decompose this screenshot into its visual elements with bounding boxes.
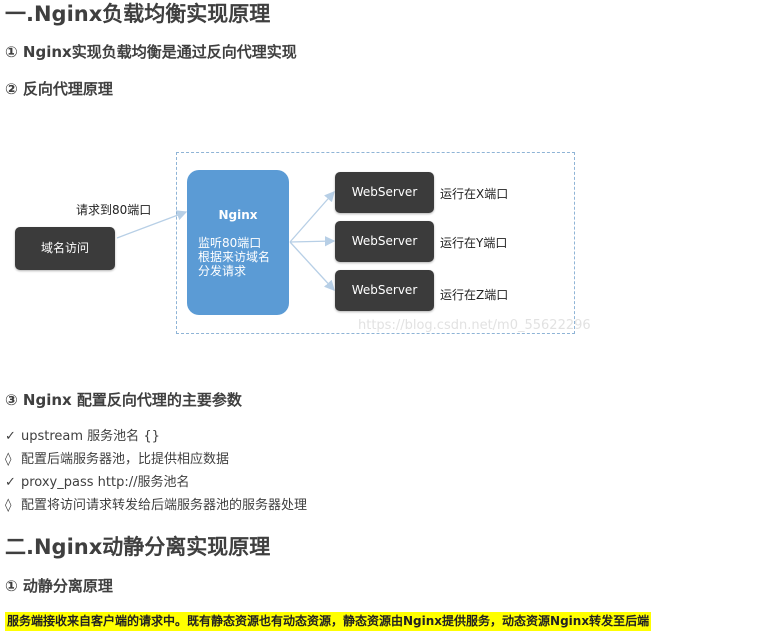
highlighted-paragraph: 服务端接收来自客户端的请求中。既有静态资源也有动态资源，静态资源由Nginx提供… (5, 612, 652, 631)
param-line: ◊ 配置后端服务器池，比提供相应数据 (5, 451, 229, 469)
nginx-title: Nginx (218, 208, 258, 222)
param-text: upstream 服务池名 {} (21, 429, 160, 444)
param-text: 配置后端服务器池，比提供相应数据 (21, 452, 230, 467)
webserver-box-z: WebServer (335, 270, 434, 311)
server-note-y: 运行在Y端口 (440, 236, 508, 250)
server-note-x: 运行在X端口 (440, 187, 509, 201)
section1-item3: ③ Nginx 配置反向代理的主要参数 (5, 391, 242, 409)
check-icon: ✓ (5, 429, 16, 444)
server-note-z: 运行在Z端口 (440, 288, 509, 302)
param-text: proxy_pass http://服务池名 (21, 475, 190, 490)
diamond-icon: ◊ (5, 452, 12, 467)
nginx-desc-line: 监听80端口 (198, 236, 262, 250)
webserver-box-y: WebServer (335, 221, 434, 262)
section1-item2: ② 反向代理原理 (5, 80, 113, 98)
watermark: https://blog.csdn.net/m0_55622296 (358, 318, 591, 333)
nginx-desc-line: 分发请求 (198, 264, 247, 278)
section2-title: 二.Nginx动静分离实现原理 (5, 535, 271, 559)
nginx-box: Nginx 监听80端口 根据来访域名 分发请求 (187, 170, 289, 315)
check-icon: ✓ (5, 475, 16, 490)
diamond-icon: ◊ (5, 498, 12, 513)
webserver-box-x: WebServer (335, 172, 434, 213)
nginx-description: 监听80端口 根据来访域名 分发请求 (198, 236, 270, 278)
client-box: 域名访问 (15, 227, 115, 270)
nginx-desc-line: 根据来访域名 (198, 250, 271, 264)
section1-item1: ① Nginx实现负载均衡是通过反向代理实现 (5, 43, 297, 61)
section2-item1: ① 动静分离原理 (5, 577, 113, 595)
reverse-proxy-diagram: 请求到80端口 域名访问 Nginx 监听80端口 根据来访域名 分发请求 We… (0, 140, 600, 345)
param-line: ✓ proxy_pass http://服务池名 (5, 474, 189, 492)
param-line: ✓ upstream 服务池名 {} (5, 428, 160, 446)
section1-title: 一.Nginx负载均衡实现原理 (5, 2, 271, 26)
request-label: 请求到80端口 (76, 203, 152, 217)
param-line: ◊ 配置将访问请求转发给后端服务器池的服务器处理 (5, 497, 307, 515)
param-text: 配置将访问请求转发给后端服务器池的服务器处理 (21, 498, 308, 513)
